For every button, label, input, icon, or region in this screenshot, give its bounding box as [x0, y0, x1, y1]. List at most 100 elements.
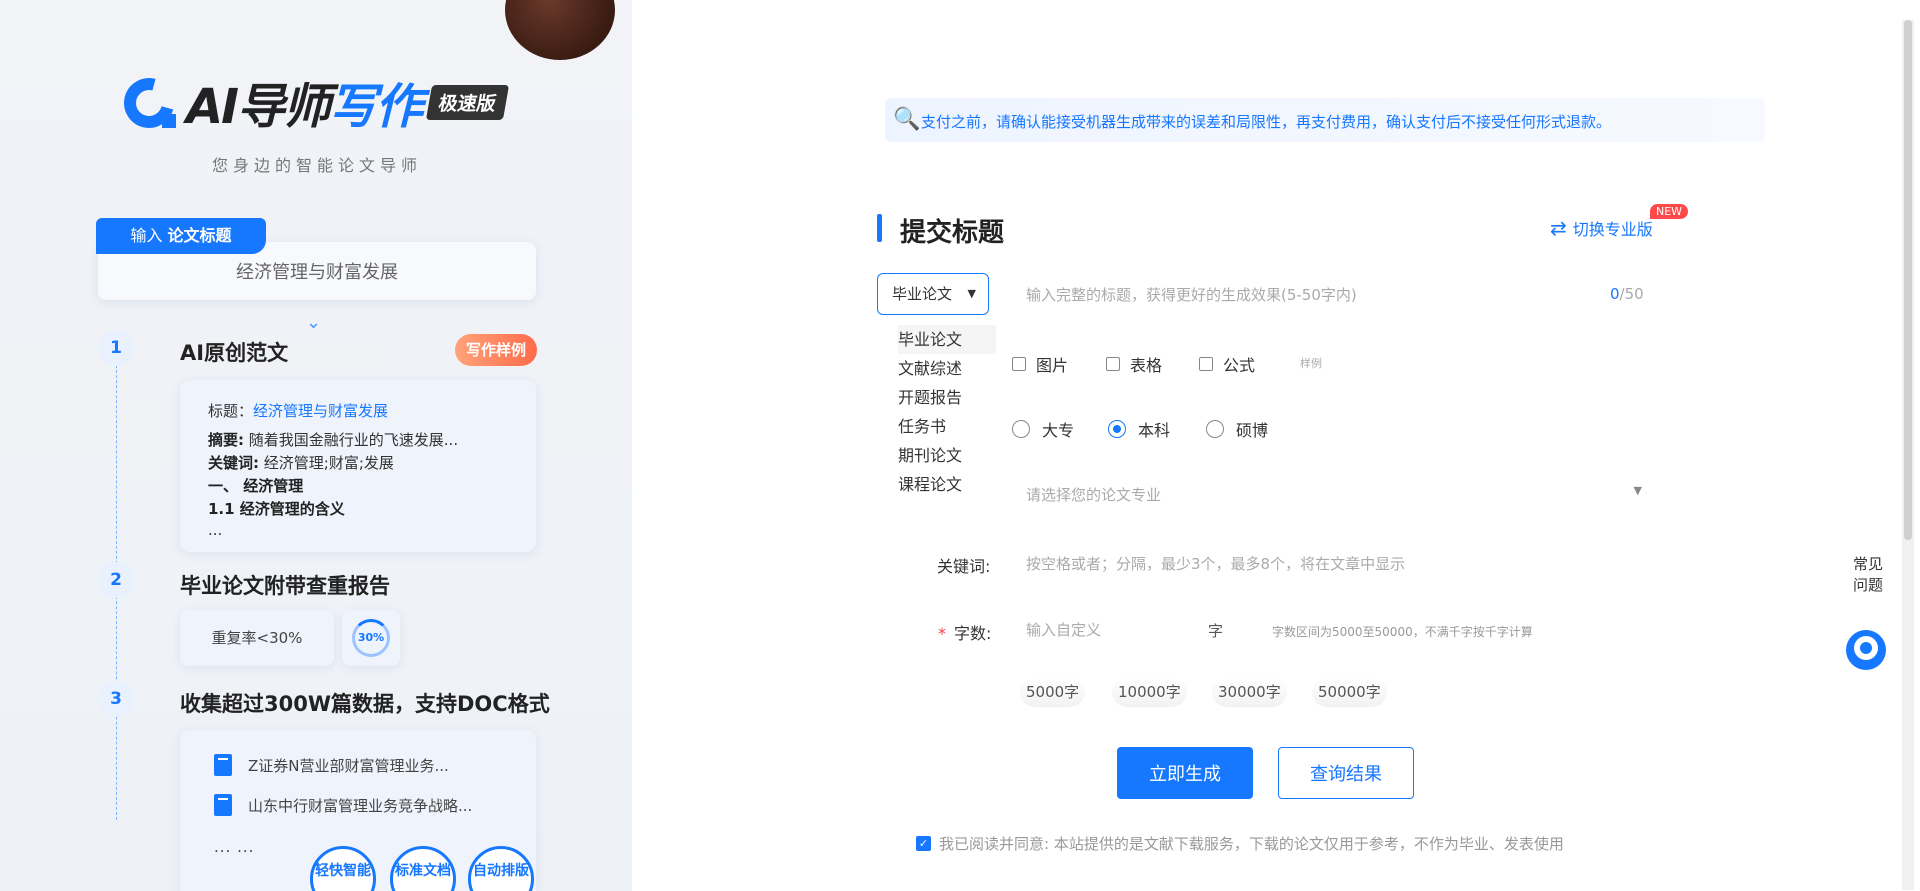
paper-type-dropdown: 毕业论文 文献综述 开题报告 任务书 期刊论文 课程论文 [898, 325, 996, 499]
preset-5000[interactable]: 5000字 [1020, 677, 1086, 707]
essay-keywords-value: 经济管理;财富;发展 [263, 454, 394, 472]
wordcount-hint: 字数区间为5000至50000，不满千字按千字计算 [1272, 625, 1533, 639]
checkbox-box[interactable] [1012, 357, 1026, 371]
new-badge: NEW [1650, 204, 1689, 219]
writing-sample-button[interactable]: 写作样例 [455, 334, 537, 366]
faq-line-1: 常见 [1852, 555, 1883, 573]
essay-abstract-value: 随着我国金融行业的飞速发展... [248, 431, 459, 449]
checkbox-label: 公式 [1223, 356, 1256, 375]
radio-junior-college[interactable]: 大专 [1012, 417, 1074, 441]
preset-30000[interactable]: 30000字 [1212, 677, 1287, 707]
logo-prefix: AI导师 [186, 79, 331, 135]
agreement-text: 我已阅读并同意: 本站提供的是文献下载服务，下载的论文仅用于参考，不作为毕业、发… [939, 835, 1564, 853]
scrollbar-thumb[interactable] [1904, 20, 1912, 540]
step-number-1: 1 [98, 330, 134, 366]
step-title-2: 毕业论文附带查重报告 [180, 574, 390, 598]
document-title: 山东中行财富管理业务竞争战略... [248, 796, 473, 815]
wordcount-label-text: 字数: [954, 624, 992, 643]
document-item: Z证券N营业部财富管理业务... [214, 754, 449, 776]
generate-button[interactable]: 立即生成 [1117, 747, 1253, 799]
checkbox-label: 图片 [1036, 356, 1069, 375]
checkbox-box[interactable] [1199, 357, 1213, 371]
wordcount-input[interactable] [1026, 619, 1196, 641]
sample-hint-link[interactable]: 样例 [1300, 355, 1322, 371]
radio-circle[interactable] [1012, 420, 1030, 438]
radio-circle-selected[interactable] [1108, 420, 1126, 438]
agreement-checkbox[interactable]: ✓ [916, 836, 931, 851]
magnifier-icon: 🔍 [893, 107, 921, 132]
query-results-button[interactable]: 查询结果 [1278, 747, 1414, 799]
edition-badge: 极速版 [425, 84, 510, 120]
step-number-3: 3 [98, 681, 134, 717]
required-marker: * [938, 624, 946, 643]
logo-text: AI导师写作 [186, 67, 423, 137]
sample-essay-card: 标题：经济管理与财富发展 摘要: 随着我国金融行业的飞速发展... 关键词: 经… [180, 380, 536, 552]
scrollbar[interactable] [1902, 20, 1914, 890]
caret-down-icon: ▼ [967, 287, 976, 300]
notice-text: 支付之前，请确认能接受机器生成带来的误差和局限性，再支付费用，确认支付后不接受任… [921, 113, 1612, 131]
radio-undergraduate[interactable]: 本科 [1108, 417, 1170, 441]
book-icon [214, 794, 232, 816]
switch-pro-link[interactable]: ⇄ 切换专业版 [1550, 216, 1653, 240]
customer-service-icon[interactable] [1846, 630, 1886, 670]
rate-chart-card: 30% [342, 610, 400, 666]
checkbox-box[interactable] [1106, 357, 1120, 371]
essay-heading-2: 1.1 经济管理的含义 [208, 500, 345, 518]
step-title-1: AI原创范文 [180, 341, 289, 365]
paper-type-option[interactable]: 文献综述 [898, 354, 996, 383]
essay-abstract-label: 摘要: [208, 431, 244, 449]
input-title-tab: 输入 论文标题 [96, 218, 266, 254]
radio-circle[interactable] [1206, 420, 1224, 438]
keywords-input[interactable] [1026, 553, 1626, 575]
checkbox-label: 表格 [1130, 356, 1163, 375]
radio-label: 本科 [1138, 421, 1171, 440]
title-char-counter: 0/50 [1610, 285, 1644, 303]
step-title-3: 收集超过300W篇数据，支持DOC格式 [180, 692, 550, 716]
logo-suffix: 写作 [329, 79, 423, 135]
paper-type-option[interactable]: 开题报告 [898, 383, 996, 412]
preset-10000[interactable]: 10000字 [1112, 677, 1187, 707]
decorative-ball [505, 0, 615, 60]
input-tab-prefix: 输入 [130, 226, 163, 245]
switch-arrows-icon: ⇄ [1550, 216, 1567, 240]
faq-link[interactable]: 常见 问题 [1850, 554, 1886, 596]
checkbox-tables[interactable]: 表格 [1106, 352, 1162, 376]
caret-down-icon: ▼ [1633, 484, 1642, 497]
radio-label: 硕博 [1236, 421, 1269, 440]
paper-type-option[interactable]: 任务书 [898, 412, 996, 441]
logo-mark-icon [114, 68, 184, 138]
essay-ellipsis: ... [208, 521, 223, 539]
essay-heading-1: 一、 经济管理 [208, 477, 304, 495]
major-select[interactable]: 请选择您的论文专业 ▼ [1026, 484, 1642, 506]
major-placeholder: 请选择您的论文专业 [1026, 486, 1162, 504]
paper-type-option[interactable]: 期刊论文 [898, 441, 996, 470]
radio-graduate[interactable]: 硕博 [1206, 417, 1268, 441]
essay-title-value: 经济管理与财富发展 [253, 402, 389, 420]
counter-max: /50 [1619, 285, 1644, 303]
input-tab-bold: 论文标题 [167, 226, 232, 245]
checkbox-images[interactable]: 图片 [1012, 352, 1068, 376]
essay-keywords-label: 关键词: [208, 454, 259, 472]
book-icon [214, 754, 232, 776]
step-number-2: 2 [98, 562, 134, 598]
document-item: 山东中行财富管理业务竞争战略... [214, 794, 472, 816]
section-title: 提交标题 [900, 218, 1005, 248]
paper-type-option[interactable]: 毕业论文 [898, 325, 996, 354]
paper-type-value: 毕业论文 [892, 285, 953, 303]
section-accent-bar [877, 214, 882, 242]
slogan: 您身边的智能论文导师 [212, 156, 423, 175]
keywords-label: 关键词: [937, 557, 991, 576]
faq-line-2: 问题 [1852, 576, 1883, 594]
chevron-down-icon: ⌄ [306, 312, 322, 333]
checkbox-formulas[interactable]: 公式 [1199, 352, 1255, 376]
title-input[interactable] [1026, 283, 1446, 307]
duplicate-rate-card: 重复率<30% [180, 610, 334, 666]
preset-50000[interactable]: 50000字 [1312, 677, 1387, 707]
paper-type-select[interactable]: 毕业论文 ▼ [877, 273, 989, 315]
paper-type-option[interactable]: 课程论文 [898, 470, 996, 499]
agreement[interactable]: ✓ 我已阅读并同意: 本站提供的是文献下载服务，下载的论文仅用于参考，不作为毕业… [916, 833, 1564, 854]
radio-label: 大专 [1042, 421, 1075, 440]
essay-title-label: 标题： [208, 402, 254, 420]
document-title: Z证券N营业部财富管理业务... [248, 756, 449, 775]
rate-circle-icon: 30% [352, 619, 390, 657]
